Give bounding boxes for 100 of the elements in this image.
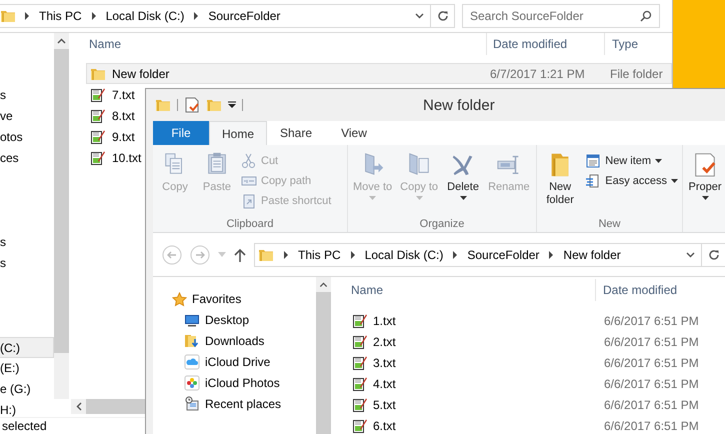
date-cell-text: 6/6/2017 6:51 PM bbox=[604, 354, 699, 372]
file-name[interactable]: 3.txt bbox=[373, 354, 396, 372]
breadcrumb[interactable]: SourceFolder bbox=[467, 246, 540, 264]
nav-item[interactable]: ces bbox=[0, 148, 54, 169]
ribbon-button[interactable]: Easy access bbox=[585, 171, 678, 191]
chevron-right-icon bbox=[350, 250, 356, 258]
file-name[interactable]: 4.txt bbox=[373, 374, 396, 392]
file-name[interactable]: 5.txt bbox=[373, 396, 396, 414]
ribbon-button[interactable]: Delete bbox=[443, 149, 484, 217]
file-name: 7.txt bbox=[112, 86, 135, 104]
scroll-up-icon bbox=[57, 38, 66, 44]
file-name[interactable]: 6.txt bbox=[373, 416, 396, 434]
group-label: Clipboard bbox=[226, 217, 274, 231]
breadcrumb[interactable]: Local Disk (C:) bbox=[364, 246, 444, 264]
nav-item[interactable]: iCloud Photos bbox=[205, 374, 280, 392]
horizontal-scrollbar[interactable] bbox=[71, 399, 146, 414]
ribbon-tab[interactable]: Share bbox=[267, 121, 325, 145]
file-row[interactable]: 7.txt bbox=[86, 84, 139, 105]
file-row[interactable]: New folder 6/7/2017 1:21 PM File folder bbox=[86, 63, 672, 84]
column-header[interactable]: Name bbox=[72, 33, 487, 55]
text-file-icon bbox=[90, 150, 106, 166]
recent-places-icon bbox=[184, 396, 200, 412]
column-header[interactable]: Type bbox=[605, 33, 638, 55]
dropdown-icon[interactable] bbox=[218, 252, 226, 257]
chevron-right-icon bbox=[452, 250, 458, 258]
chevron-right-icon bbox=[283, 250, 289, 258]
chevron-right-icon bbox=[24, 12, 30, 20]
file-name: 9.txt bbox=[112, 128, 135, 146]
nav-item[interactable]: otos bbox=[0, 127, 54, 148]
ribbon-tab[interactable]: Home bbox=[209, 121, 267, 145]
scroll-thumb[interactable] bbox=[54, 49, 69, 353]
text-file-icon bbox=[352, 376, 368, 392]
nav-item[interactable]: Desktop bbox=[205, 310, 250, 328]
text-file-icon bbox=[90, 128, 106, 144]
breadcrumb[interactable]: New folder bbox=[563, 246, 621, 264]
file-row[interactable]: 9.txt bbox=[86, 126, 139, 147]
customize-menu-icon[interactable] bbox=[228, 101, 236, 109]
text-file-icon bbox=[90, 86, 106, 102]
breadcrumb[interactable]: This PC bbox=[39, 7, 82, 25]
group-label: New bbox=[598, 217, 620, 231]
file-name: New folder bbox=[112, 66, 170, 82]
ribbon-button[interactable]: Proper bbox=[685, 149, 725, 217]
breadcrumb[interactable]: SourceFolder bbox=[208, 7, 280, 25]
nav-item[interactable]: ve bbox=[0, 106, 54, 127]
chevron-right-icon bbox=[193, 12, 200, 20]
column-header[interactable]: Name bbox=[338, 279, 596, 301]
folder-icon bbox=[0, 8, 16, 24]
nav-item[interactable]: (E:) bbox=[0, 358, 54, 379]
file-name[interactable]: 1.txt bbox=[373, 312, 396, 330]
address-bar[interactable]: This PC Local Disk (C:) SourceFolder New folder bbox=[254, 242, 725, 266]
column-header[interactable]: Date modified bbox=[487, 33, 605, 55]
nav-item[interactable]: Downloads bbox=[205, 332, 264, 350]
nav-item[interactable]: Recent places bbox=[205, 394, 282, 412]
dropdown-icon bbox=[686, 252, 695, 258]
ribbon-button[interactable]: New item bbox=[585, 151, 678, 171]
forward-icon[interactable] bbox=[190, 244, 210, 264]
refresh-icon bbox=[436, 10, 448, 22]
file-name: 10.txt bbox=[112, 150, 142, 166]
address-bar[interactable]: This PC Local Disk (C:) SourceFolder bbox=[0, 4, 455, 28]
group-label: Organize bbox=[420, 217, 464, 231]
column-header[interactable]: Date modified bbox=[596, 279, 678, 301]
breadcrumb[interactable]: This PC bbox=[298, 246, 341, 264]
text-file-icon bbox=[352, 334, 368, 350]
ribbon-tab[interactable]: File bbox=[153, 121, 209, 145]
window-title: New folder bbox=[423, 96, 495, 116]
refresh-icon bbox=[708, 248, 720, 260]
photos-icon bbox=[184, 374, 200, 390]
file-row[interactable]: 8.txt bbox=[86, 105, 139, 126]
nav-item[interactable]: s bbox=[0, 253, 54, 274]
search-field[interactable]: Search SourceFolder bbox=[462, 4, 660, 28]
file-name[interactable]: 2.txt bbox=[373, 332, 396, 350]
up-arrow-icon[interactable] bbox=[234, 248, 246, 262]
text-file-icon bbox=[352, 312, 368, 328]
nav-heading[interactable]: Favorites bbox=[192, 290, 242, 308]
easy-access-icon bbox=[585, 173, 602, 189]
text-file-icon bbox=[90, 108, 106, 124]
back-icon[interactable] bbox=[162, 244, 182, 264]
nav-item[interactable]: s bbox=[0, 232, 54, 253]
date-cell-text: 6/6/2017 6:51 PM bbox=[604, 418, 699, 434]
chevron-right-icon bbox=[90, 12, 97, 20]
document-check-icon[interactable] bbox=[184, 97, 200, 113]
text-file-icon bbox=[352, 396, 368, 412]
status-text: selected bbox=[1, 418, 47, 434]
ribbon-button[interactable]: New folder bbox=[539, 149, 582, 217]
scroll-left-icon bbox=[76, 402, 82, 411]
search-icon bbox=[640, 10, 652, 22]
nav-item[interactable]: iCloud Drive bbox=[205, 352, 270, 370]
nav-item[interactable]: (C:) bbox=[0, 337, 54, 358]
date-cell-text: 6/6/2017 6:51 PM bbox=[604, 376, 699, 392]
nav-item[interactable]: s bbox=[0, 85, 54, 106]
scrollbar[interactable] bbox=[54, 33, 69, 399]
ribbon-tab[interactable]: View bbox=[325, 121, 383, 145]
folder-icon bbox=[206, 97, 222, 113]
file-row[interactable]: 10.txt bbox=[86, 147, 146, 168]
nav-item[interactable]: H:) bbox=[0, 400, 54, 417]
scissors-icon bbox=[241, 153, 257, 169]
star-icon bbox=[172, 292, 187, 306]
nav-item[interactable]: e (G:) bbox=[0, 379, 54, 400]
date-cell-text: 6/6/2017 6:51 PM bbox=[604, 396, 699, 414]
breadcrumb[interactable]: Local Disk (C:) bbox=[106, 7, 184, 25]
